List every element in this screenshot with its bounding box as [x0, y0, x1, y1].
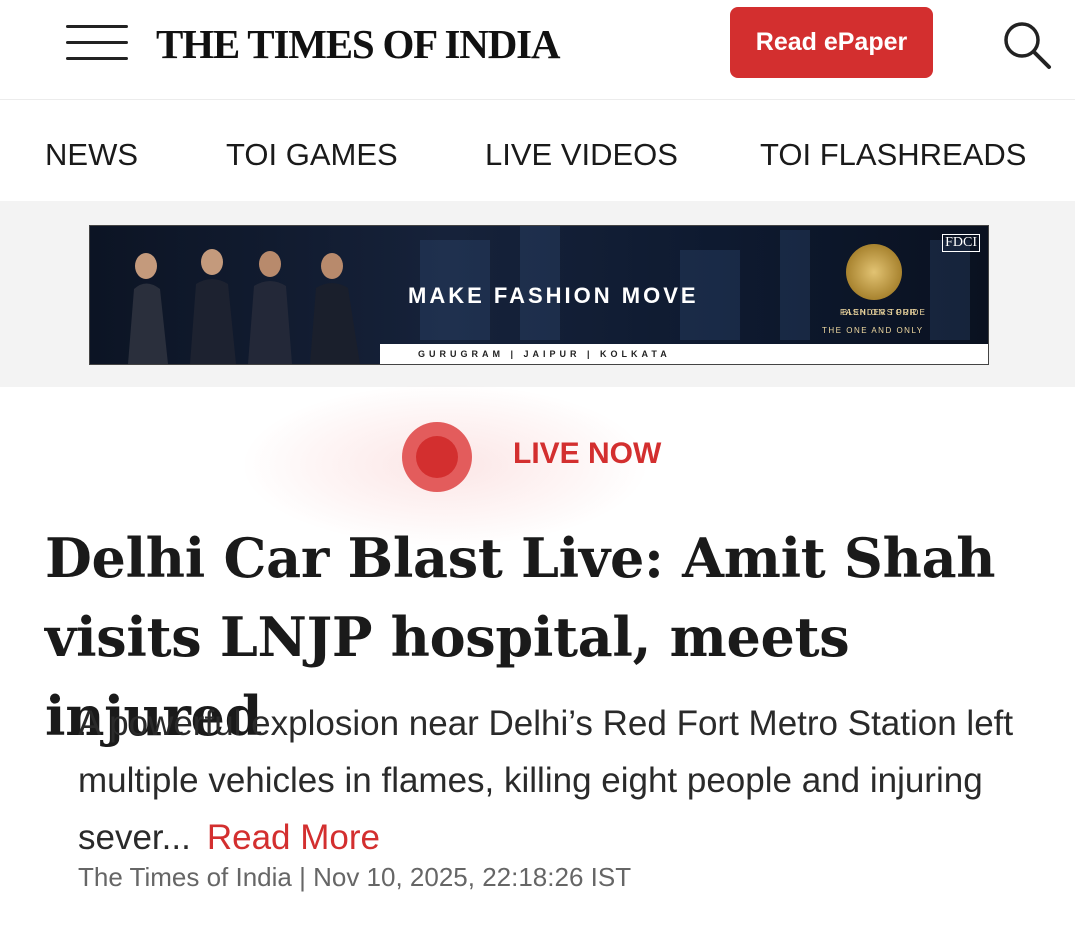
ad-cities: GURUGRAM | JAIPUR | KOLKATA: [380, 344, 988, 364]
site-header: THE TIMES OF INDIA Read ePaper: [0, 0, 1075, 100]
brand-badge-logo: [846, 244, 902, 300]
live-now-label: LIVE NOW: [513, 437, 662, 470]
fashion-tour-ad-banner[interactable]: MAKE FASHION MOVE BLENDERS PRIDE FASHION…: [89, 225, 989, 365]
live-dot-icon: [416, 436, 458, 478]
hamburger-menu-icon[interactable]: [66, 25, 128, 61]
ad-headline: MAKE FASHION MOVE: [408, 283, 699, 308]
article-byline: The Times of India | Nov 10, 2025, 22:18…: [78, 862, 632, 892]
read-epaper-button[interactable]: Read ePaper: [730, 7, 933, 78]
ad-tagline: THE ONE AND ONLY: [822, 326, 924, 335]
nav-item-toi-flashreads[interactable]: TOI FLASHREADS: [760, 137, 1026, 173]
read-more-link[interactable]: Read More: [207, 818, 380, 857]
search-icon[interactable]: [1000, 18, 1054, 72]
ad-tour-text: FASHION TOUR: [840, 308, 918, 317]
article-summary: A powerful explosion near Delhi’s Red Fo…: [78, 695, 1043, 866]
nav-item-toi-games[interactable]: TOI GAMES: [226, 137, 398, 173]
site-logo[interactable]: THE TIMES OF INDIA: [156, 20, 560, 68]
main-nav: NEWS TOI GAMES LIVE VIDEOS TOI FLASHREAD…: [0, 101, 1075, 201]
nav-item-live-videos[interactable]: LIVE VIDEOS: [485, 137, 678, 173]
fdci-logo: FDCI: [942, 234, 980, 252]
ad-container: MAKE FASHION MOVE BLENDERS PRIDE FASHION…: [0, 201, 1075, 387]
models-image: [128, 249, 360, 364]
nav-item-news[interactable]: NEWS: [45, 137, 138, 173]
